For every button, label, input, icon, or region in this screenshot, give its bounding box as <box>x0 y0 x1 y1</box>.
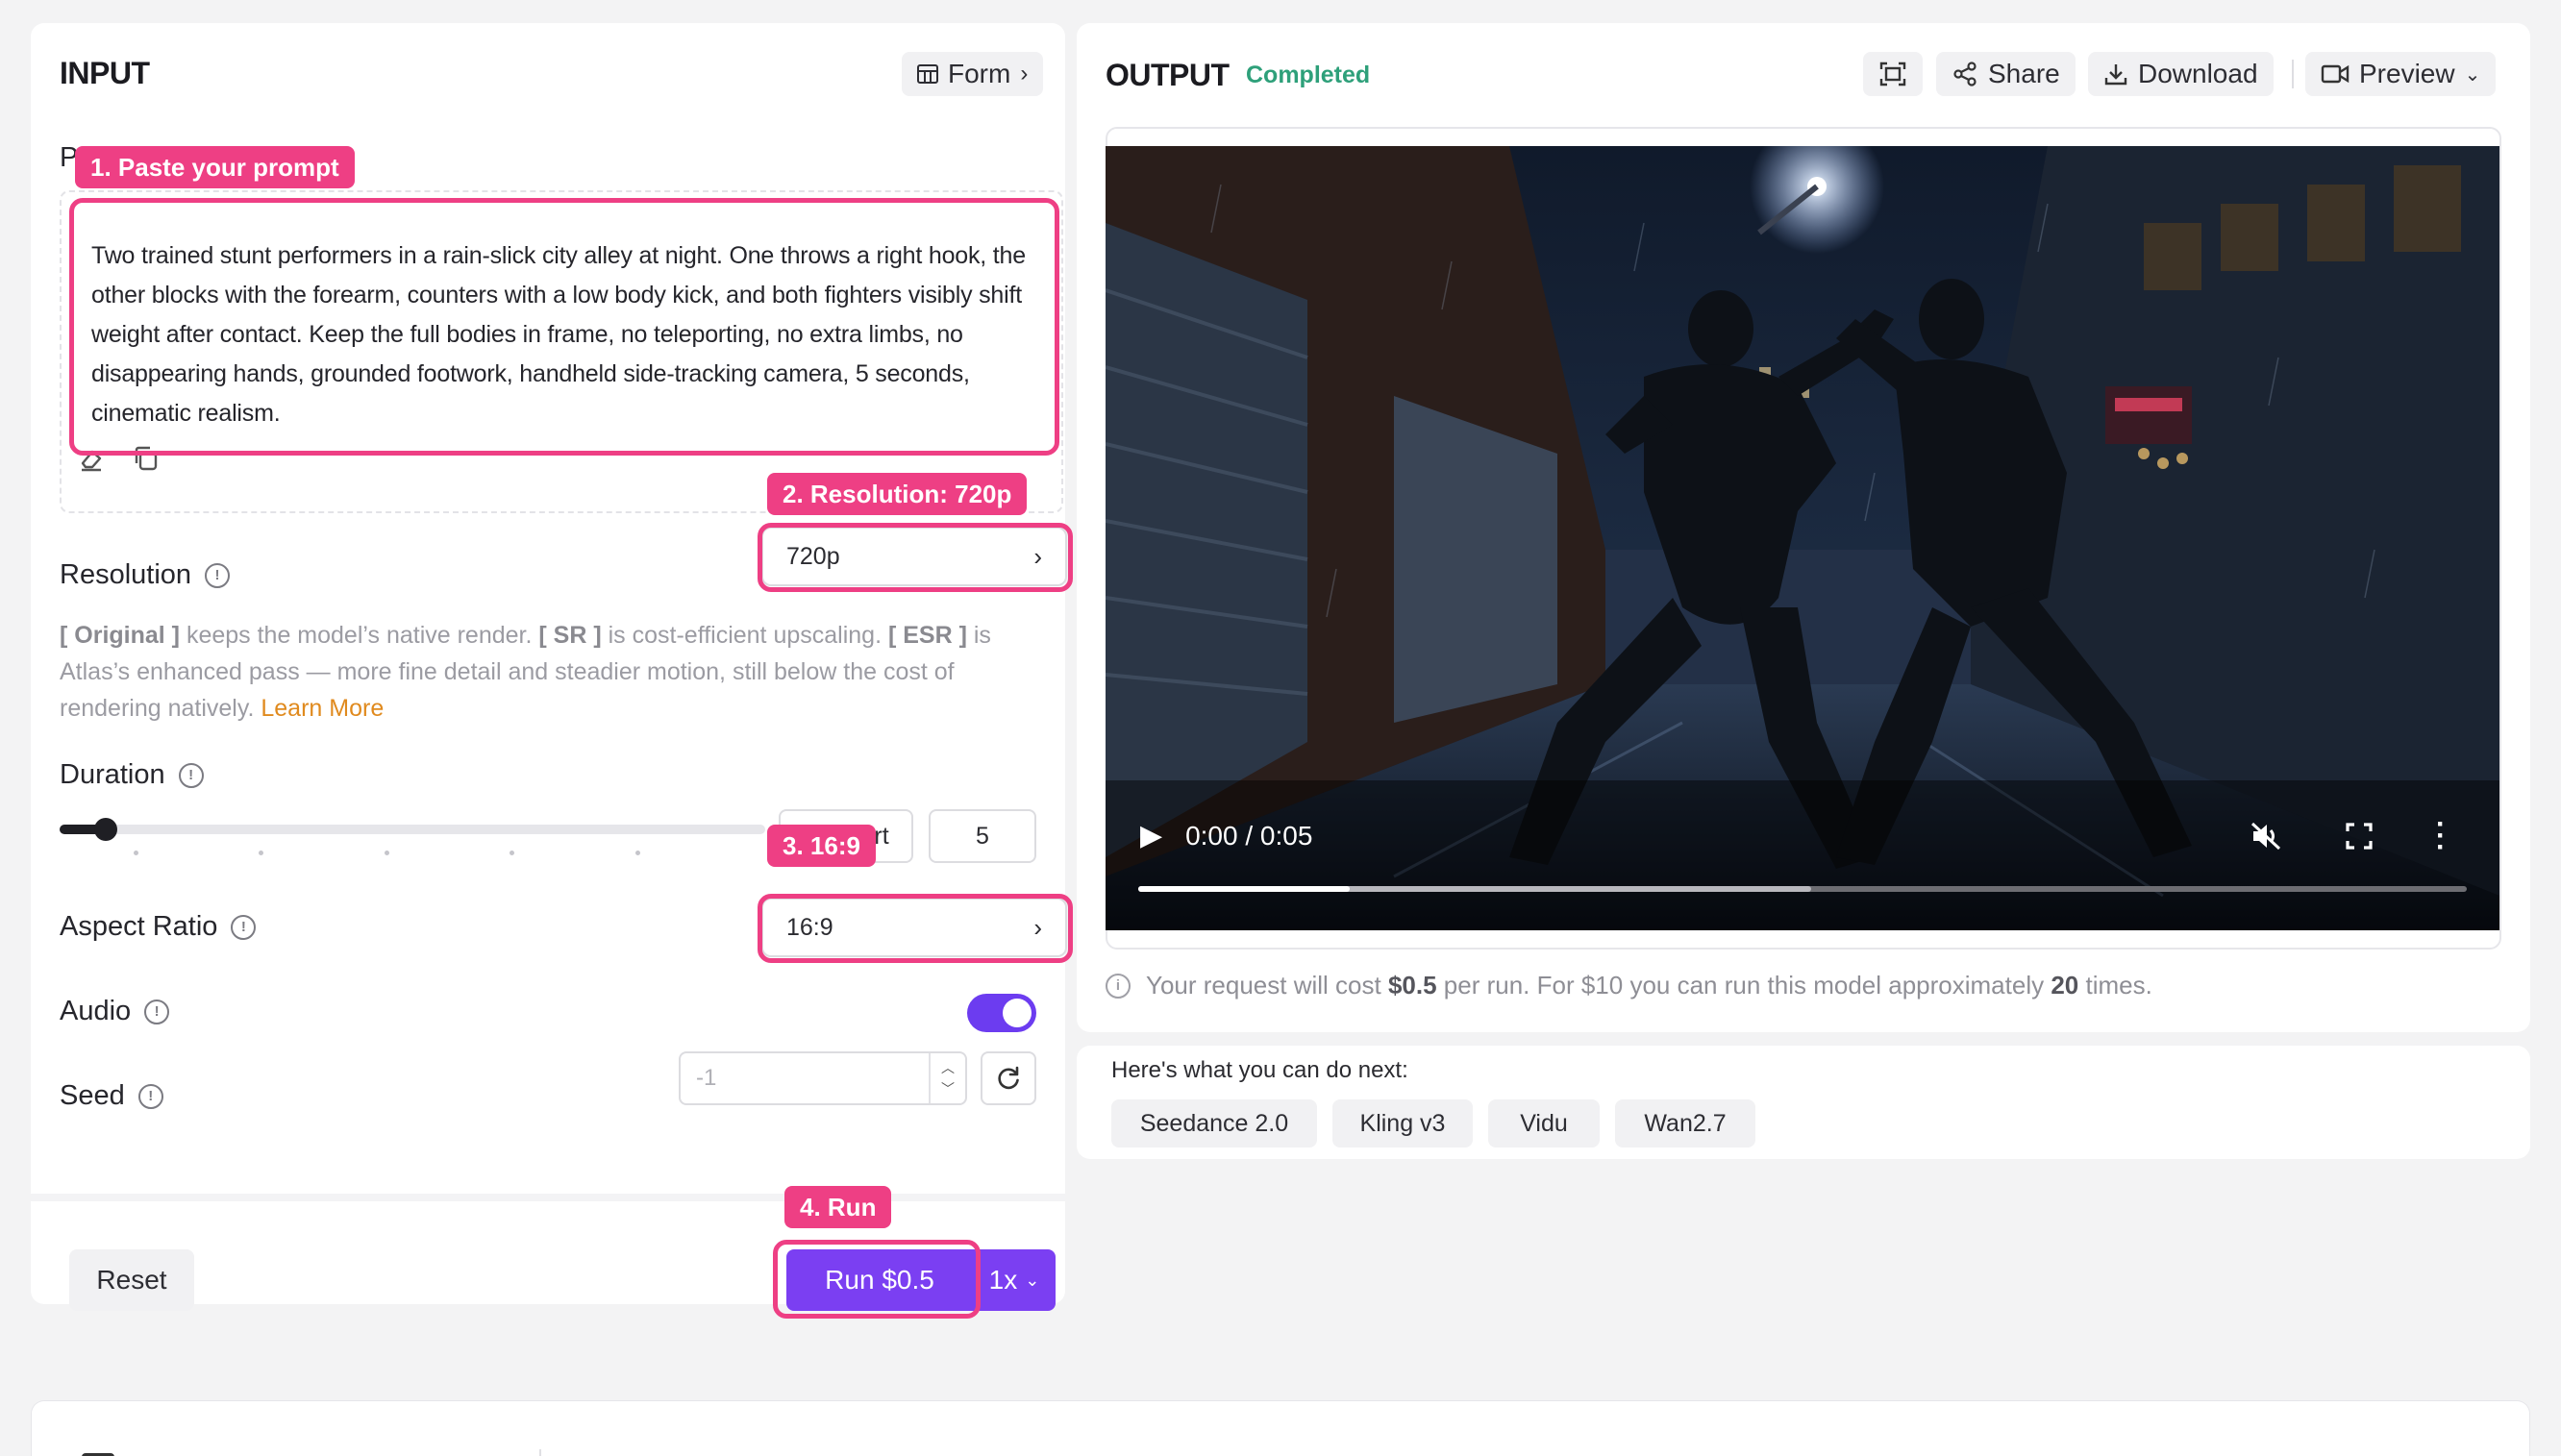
original-tag: [ Original ] <box>60 622 180 649</box>
model-chip-wan[interactable]: Wan2.7 <box>1615 1099 1755 1148</box>
audio-toggle[interactable] <box>967 994 1036 1032</box>
info-icon[interactable]: ! <box>178 762 204 788</box>
chevron-down-icon: ⌄ <box>2464 63 2481 86</box>
seed-label-row: Seed ! <box>60 1080 163 1112</box>
seed-stepper[interactable]: ︿ ﹀ <box>929 1053 965 1103</box>
video-camera-icon <box>2321 64 2350 84</box>
desc-part-2: is cost-efficient upscaling. <box>601 622 888 649</box>
annotation-label-resolution: 2. Resolution: 720p <box>767 473 1028 515</box>
annotation-label-prompt: 1. Paste your prompt <box>75 146 355 188</box>
audio-label: Audio <box>60 996 132 1026</box>
video-progress-track[interactable] <box>1138 886 2467 892</box>
learn-more-link[interactable]: Learn More <box>261 695 384 722</box>
bottom-panel <box>31 1400 2530 1456</box>
cost-note: i Your request will cost $0.5 per run. F… <box>1106 971 2152 1000</box>
model-chip-vidu[interactable]: Vidu <box>1488 1099 1600 1148</box>
annotation-box-aspect <box>758 894 1073 963</box>
aspect-label-row: Aspect Ratio ! <box>60 911 257 943</box>
cost-middle: per run. For $10 you can run this model … <box>1436 971 2051 999</box>
audio-label-row: Audio ! <box>60 996 170 1027</box>
info-icon[interactable]: ! <box>231 914 257 940</box>
seed-input[interactable]: -1 ︿ ﹀ <box>679 1051 967 1105</box>
aspect-label: Aspect Ratio <box>60 911 218 942</box>
toolbar-divider <box>2292 60 2294 88</box>
panel-divider <box>539 1449 541 1456</box>
table-icon <box>917 64 938 84</box>
seed-refresh-button[interactable] <box>981 1051 1036 1105</box>
share-button[interactable]: Share <box>1936 52 2076 96</box>
input-title: INPUT <box>60 56 150 90</box>
slider-tick <box>134 851 138 855</box>
multiplier-label: 1x <box>988 1265 1018 1295</box>
video-played-bar <box>1138 886 1350 892</box>
annotation-label-run: 4. Run <box>784 1186 892 1228</box>
duration-slider-knob[interactable] <box>94 818 117 841</box>
download-button[interactable]: Download <box>2088 52 2274 96</box>
expand-icon <box>1879 62 1906 86</box>
desc-part-1: keeps the model’s native render. <box>180 622 539 649</box>
duration-slider[interactable] <box>60 818 765 841</box>
annotation-box-run <box>773 1240 981 1319</box>
cost-count: 20 <box>2051 971 2079 999</box>
time-display: 0:00 / 0:05 <box>1185 820 1313 851</box>
sr-tag: [ SR ] <box>538 622 602 649</box>
info-icon[interactable]: ! <box>137 1083 163 1109</box>
info-icon: i <box>1106 973 1131 999</box>
cost-prefix: Your request will cost <box>1146 971 1388 999</box>
fullscreen-icon[interactable] <box>2346 823 2373 854</box>
status-badge: Completed <box>1246 62 1371 88</box>
play-icon[interactable]: ▶ <box>1140 819 1162 852</box>
model-chip-kling[interactable]: Kling v3 <box>1332 1099 1473 1148</box>
video-player[interactable]: ▶ 0:00 / 0:05 · · · <box>1106 146 2499 930</box>
fullscreen-output-button[interactable] <box>1863 52 1923 96</box>
preview-dropdown[interactable]: Preview ⌄ <box>2305 52 2497 96</box>
duration-input[interactable]: 5 <box>929 809 1036 863</box>
preview-label: Preview <box>2359 59 2455 88</box>
download-icon <box>2104 64 2127 86</box>
next-steps-title: Here's what you can do next: <box>1111 1057 1408 1083</box>
share-label: Share <box>1988 59 2060 88</box>
esr-tag: [ ESR ] <box>887 622 967 649</box>
seed-label: Seed <box>60 1080 125 1111</box>
run-multiplier-button[interactable]: 1x ⌄ <box>973 1249 1056 1311</box>
slider-tick <box>259 851 263 855</box>
form-view-button[interactable]: Form › <box>902 52 1044 96</box>
download-label: Download <box>2138 59 2258 88</box>
cost-price: $0.5 <box>1387 971 1437 999</box>
chevron-right-icon: › <box>1020 61 1029 86</box>
video-still <box>1106 146 2499 930</box>
chevron-down-icon[interactable]: ﹀ <box>941 1078 955 1099</box>
resolution-description: [ Original ] keeps the model’s native re… <box>60 617 1040 727</box>
chevron-up-icon[interactable]: ︿ <box>941 1057 955 1078</box>
form-view-label: Form <box>948 59 1011 88</box>
refresh-icon <box>998 1066 1019 1090</box>
slider-tick <box>510 851 514 855</box>
info-icon[interactable]: ! <box>205 562 231 588</box>
more-options-icon[interactable]: · · · <box>2434 810 2448 862</box>
annotation-box-prompt <box>69 198 1059 456</box>
duration-label-row: Duration ! <box>60 759 204 791</box>
output-title: OUTPUT <box>1106 58 1230 92</box>
toggle-knob <box>1003 999 1032 1027</box>
output-panel: OUTPUT Completed Share Download Preview … <box>1077 23 2530 1032</box>
mute-icon[interactable] <box>2250 821 2282 856</box>
slider-tick <box>635 851 640 855</box>
model-chip-seedance[interactable]: Seedance 2.0 <box>1111 1099 1317 1148</box>
resolution-label-row: Resolution ! <box>60 559 231 591</box>
annotation-box-resolution <box>758 523 1073 592</box>
info-icon[interactable]: ! <box>144 999 170 1024</box>
input-panel: INPUT Form › P Two trained stunt perform… <box>31 23 1073 1319</box>
cost-suffix: times. <box>2078 971 2152 999</box>
reset-button[interactable]: Reset <box>69 1249 194 1311</box>
resolution-label: Resolution <box>60 559 192 590</box>
annotation-label-aspect: 3. 16:9 <box>767 825 876 867</box>
share-icon <box>1953 62 1977 86</box>
chevron-down-icon: ⌄ <box>1025 1270 1040 1290</box>
duration-label: Duration <box>60 759 165 790</box>
video-controls-left: ▶ 0:00 / 0:05 <box>1140 819 1312 852</box>
seed-placeholder: -1 <box>696 1065 717 1091</box>
slider-tick <box>385 851 389 855</box>
